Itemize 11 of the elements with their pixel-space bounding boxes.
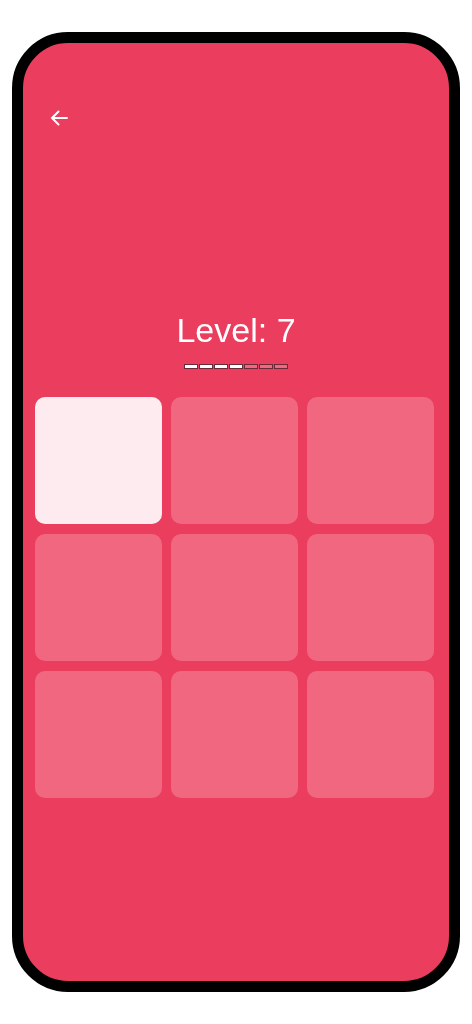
grid-tile[interactable] (35, 534, 162, 661)
grid-tile[interactable] (35, 671, 162, 798)
back-arrow-icon (49, 108, 69, 128)
grid-tile[interactable] (35, 397, 162, 524)
grid-tile[interactable] (307, 397, 434, 524)
grid-tile[interactable] (171, 534, 298, 661)
grid-tile[interactable] (171, 671, 298, 798)
grid-tile[interactable] (307, 534, 434, 661)
level-title: Level: 7 (176, 310, 296, 350)
grid-tile[interactable] (171, 397, 298, 524)
grid-tile[interactable] (307, 671, 434, 798)
